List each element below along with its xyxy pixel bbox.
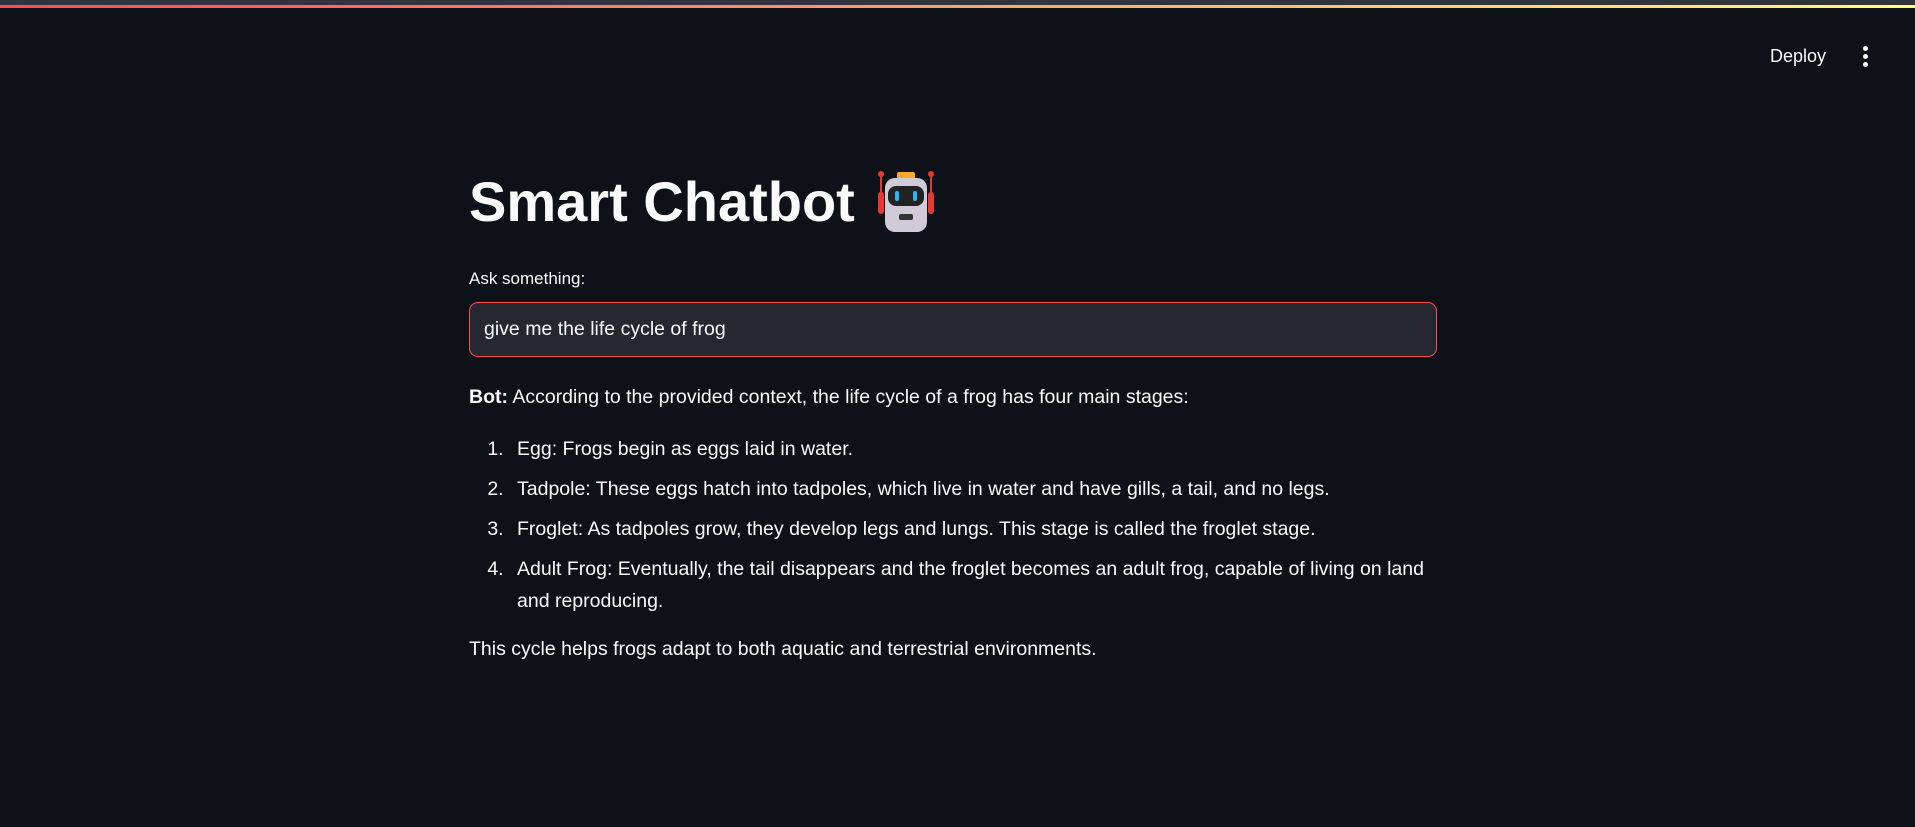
vertical-ellipsis-icon[interactable]: [1855, 42, 1875, 70]
bot-prefix: Bot:: [469, 386, 508, 408]
page-title: Smart Chatbot: [469, 160, 1437, 244]
deploy-button[interactable]: Deploy: [1760, 42, 1836, 71]
page-title-text: Smart Chatbot: [469, 170, 855, 233]
question-label: Ask something:: [469, 269, 586, 288]
question-input[interactable]: [482, 317, 1424, 342]
answer-intro-text: According to the provided context, the l…: [507, 386, 1189, 408]
gradient-stripe: [0, 5, 1915, 8]
robot-icon: [877, 171, 934, 232]
main-content: Smart Chatbot Ask something: Bot: Accord…: [469, 160, 1437, 665]
question-input-box[interactable]: [469, 302, 1437, 357]
bot-answer: Bot: According to the provided context, …: [469, 381, 1437, 665]
list-item: Adult Frog: Eventually, the tail disappe…: [509, 553, 1437, 617]
answer-intro: Bot: According to the provided context, …: [469, 381, 1437, 413]
stage-list: Egg: Frogs begin as eggs laid in water. …: [469, 433, 1437, 617]
top-decoration-bar: [0, 0, 1915, 8]
list-item: Tadpole: These eggs hatch into tadpoles,…: [509, 473, 1437, 505]
answer-conclusion: This cycle helps frogs adapt to both aqu…: [469, 638, 1097, 660]
list-item: Froglet: As tadpoles grow, they develop …: [509, 513, 1437, 545]
list-item: Egg: Frogs begin as eggs laid in water.: [509, 433, 1437, 465]
